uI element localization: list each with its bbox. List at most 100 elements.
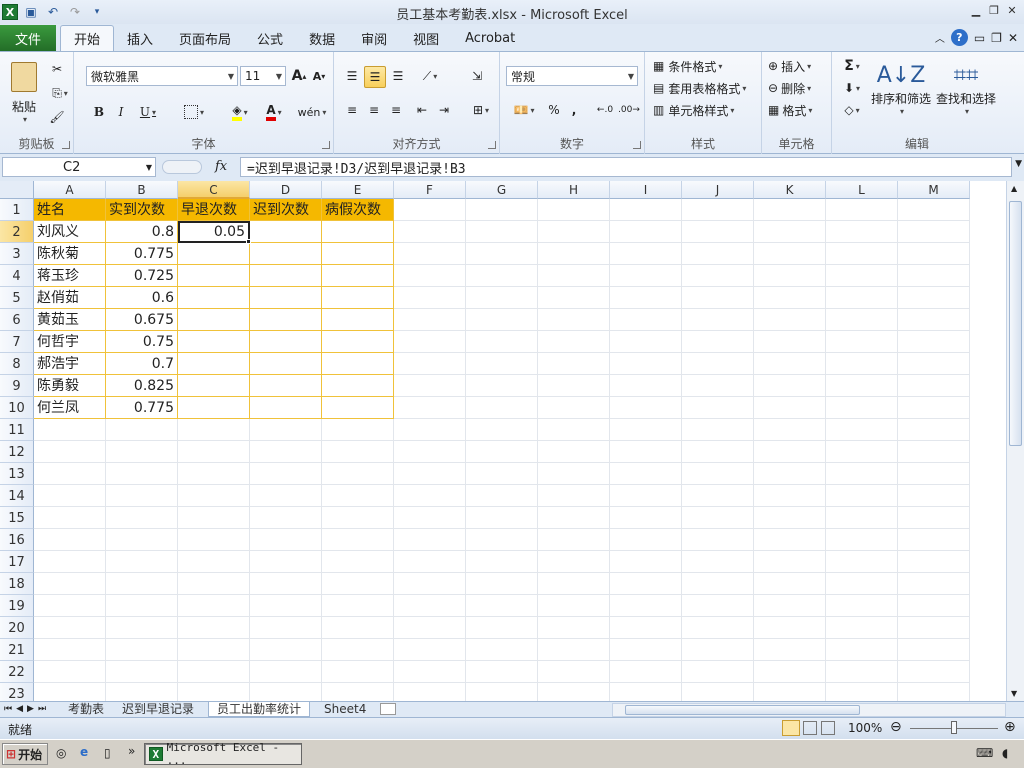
select-all-corner[interactable] [0, 181, 34, 199]
cell-H18[interactable] [538, 573, 610, 595]
cell-M10[interactable] [898, 397, 970, 419]
cell-F13[interactable] [394, 463, 466, 485]
cell-J15[interactable] [682, 507, 754, 529]
cell-J16[interactable] [682, 529, 754, 551]
cell-L23[interactable] [826, 683, 898, 701]
cell-I2[interactable] [610, 221, 682, 243]
cell-K14[interactable] [754, 485, 826, 507]
quicklaunch-icon-1[interactable]: ◎ [56, 746, 66, 760]
tab-data[interactable]: 数据 [296, 25, 348, 51]
cell-E18[interactable] [322, 573, 394, 595]
cell-D5[interactable] [250, 287, 322, 309]
cell-L7[interactable] [826, 331, 898, 353]
cell-H3[interactable] [538, 243, 610, 265]
cell-J12[interactable] [682, 441, 754, 463]
cut-icon[interactable]: ✂ [48, 60, 66, 78]
cell-styles-button[interactable]: ▥ 单元格样式 ▾ [653, 100, 758, 120]
cell-A5[interactable]: 赵俏茹 [34, 287, 106, 309]
cell-M6[interactable] [898, 309, 970, 331]
cell-J2[interactable] [682, 221, 754, 243]
column-header-d[interactable]: D [250, 181, 322, 199]
cell-J14[interactable] [682, 485, 754, 507]
cell-A19[interactable] [34, 595, 106, 617]
comma-icon[interactable]: , [566, 100, 582, 120]
row-header-20[interactable]: 20 [0, 617, 34, 639]
cell-L8[interactable] [826, 353, 898, 375]
cell-L17[interactable] [826, 551, 898, 573]
cell-H16[interactable] [538, 529, 610, 551]
row-header-19[interactable]: 19 [0, 595, 34, 617]
cell-H13[interactable] [538, 463, 610, 485]
cell-D7[interactable] [250, 331, 322, 353]
cell-B12[interactable] [106, 441, 178, 463]
cell-B18[interactable] [106, 573, 178, 595]
cell-H10[interactable] [538, 397, 610, 419]
cell-E2[interactable] [322, 221, 394, 243]
cell-H23[interactable] [538, 683, 610, 701]
cell-D19[interactable] [250, 595, 322, 617]
cell-K18[interactable] [754, 573, 826, 595]
cell-E7[interactable] [322, 331, 394, 353]
cell-D20[interactable] [250, 617, 322, 639]
cell-D6[interactable] [250, 309, 322, 331]
cell-I8[interactable] [610, 353, 682, 375]
cell-B3[interactable]: 0.775 [106, 243, 178, 265]
cell-G9[interactable] [466, 375, 538, 397]
cell-J7[interactable] [682, 331, 754, 353]
expand-formula-icon[interactable]: ▼ [1015, 159, 1022, 169]
italic-button[interactable]: I [112, 102, 130, 122]
formula-bar-splitter[interactable] [162, 160, 202, 174]
cell-F12[interactable] [394, 441, 466, 463]
column-header-g[interactable]: G [466, 181, 538, 199]
vertical-scrollbar[interactable]: ▲ ▼ [1006, 181, 1024, 701]
align-center-icon[interactable]: ≡ [364, 100, 384, 120]
cell-F8[interactable] [394, 353, 466, 375]
cell-L21[interactable] [826, 639, 898, 661]
cell-J21[interactable] [682, 639, 754, 661]
cell-M1[interactable] [898, 199, 970, 221]
cell-A13[interactable] [34, 463, 106, 485]
cell-D14[interactable] [250, 485, 322, 507]
cell-F23[interactable] [394, 683, 466, 701]
row-header-11[interactable]: 11 [0, 419, 34, 441]
column-header-b[interactable]: B [106, 181, 178, 199]
excel-logo-icon[interactable]: X [2, 4, 18, 20]
cell-D21[interactable] [250, 639, 322, 661]
cell-K19[interactable] [754, 595, 826, 617]
cell-L1[interactable] [826, 199, 898, 221]
cell-I17[interactable] [610, 551, 682, 573]
column-header-m[interactable]: M [898, 181, 970, 199]
cell-L13[interactable] [826, 463, 898, 485]
cell-L4[interactable] [826, 265, 898, 287]
row-header-2[interactable]: 2 [0, 221, 34, 243]
cell-D10[interactable] [250, 397, 322, 419]
cell-E13[interactable] [322, 463, 394, 485]
cell-G18[interactable] [466, 573, 538, 595]
cell-F2[interactable] [394, 221, 466, 243]
row-header-4[interactable]: 4 [0, 265, 34, 287]
cell-C11[interactable] [178, 419, 250, 441]
cell-G16[interactable] [466, 529, 538, 551]
cell-A11[interactable] [34, 419, 106, 441]
insert-function-icon[interactable]: fx [215, 159, 227, 174]
align-right-icon[interactable]: ≡ [386, 100, 406, 120]
alignment-launcher-icon[interactable] [488, 141, 496, 149]
taskbar-excel-item[interactable]: X Microsoft Excel - ... [144, 741, 302, 767]
cell-M14[interactable] [898, 485, 970, 507]
cell-J8[interactable] [682, 353, 754, 375]
cell-K16[interactable] [754, 529, 826, 551]
cell-L12[interactable] [826, 441, 898, 463]
phonetic-button[interactable]: wén ▾ [296, 102, 328, 122]
cell-A14[interactable] [34, 485, 106, 507]
cell-G11[interactable] [466, 419, 538, 441]
cell-K23[interactable] [754, 683, 826, 701]
minimize-ribbon-icon[interactable]: ︿ [935, 30, 945, 45]
view-page-break-icon[interactable] [821, 721, 835, 735]
cell-J19[interactable] [682, 595, 754, 617]
view-page-layout-icon[interactable] [803, 721, 817, 735]
copy-icon[interactable]: ⎘ ▾ [48, 84, 72, 102]
conditional-format-button[interactable]: ▦ 条件格式 ▾ [653, 56, 758, 76]
cell-C17[interactable] [178, 551, 250, 573]
row-header-22[interactable]: 22 [0, 661, 34, 683]
cell-H8[interactable] [538, 353, 610, 375]
